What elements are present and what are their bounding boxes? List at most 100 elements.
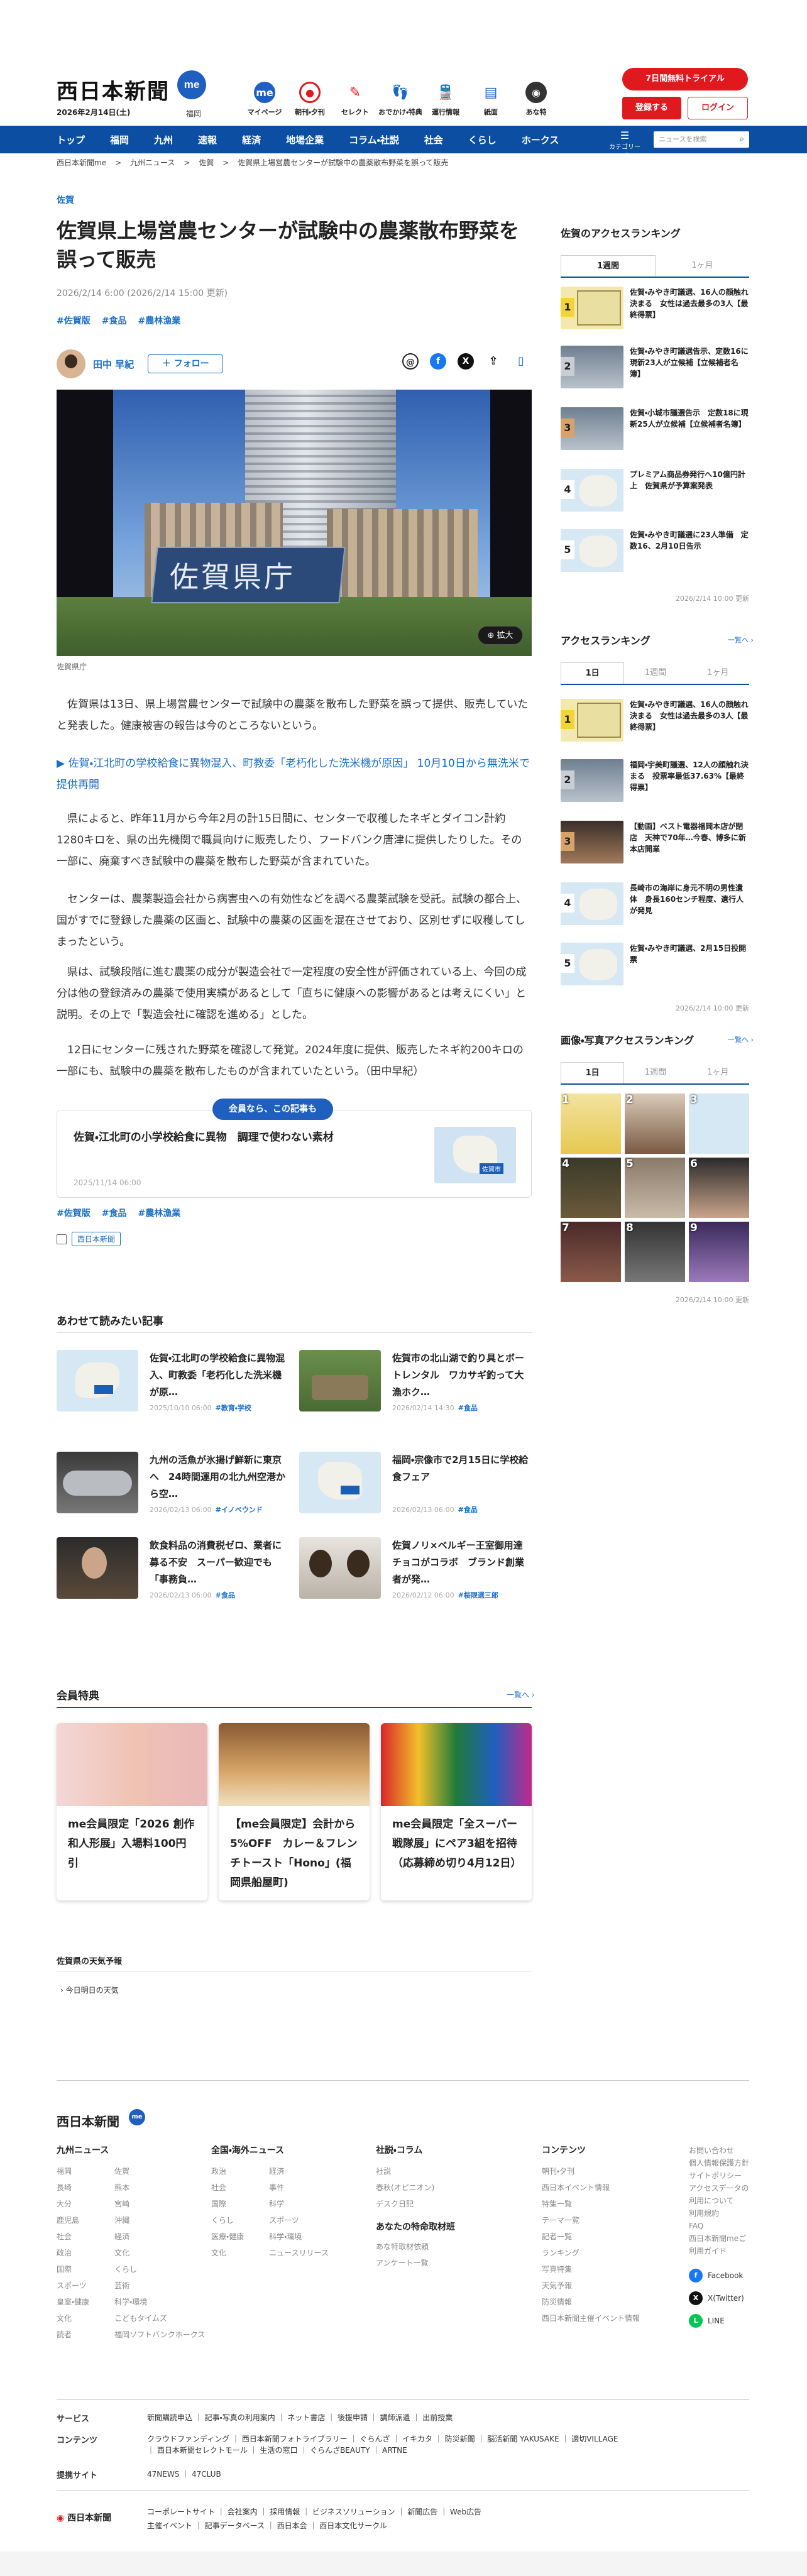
footer-link[interactable]: 防災情報 bbox=[542, 2294, 655, 2310]
footer-link[interactable]: 利用規約 bbox=[689, 2207, 752, 2220]
tag-link[interactable]: #食品 bbox=[102, 1209, 127, 1219]
footer-link[interactable]: 国際 bbox=[211, 2196, 244, 2212]
search-input[interactable]: ニュースを検索 ⌕ bbox=[654, 131, 749, 148]
footer-link[interactable]: 社会 bbox=[211, 2179, 244, 2196]
threads-icon[interactable]: @ bbox=[402, 353, 419, 370]
perk-card[interactable]: me会員限定「2026 創作和人形展」入場料100円引 bbox=[57, 1723, 207, 1900]
footer-link[interactable]: 西日本イベント情報 bbox=[542, 2179, 655, 2196]
footer-link[interactable]: 科学・環境 bbox=[269, 2228, 329, 2245]
read-more-item[interactable]: 飲食料品の消費税ゼロ、業者に募る不安 スーパー歓迎でも「事務負… 2026/02… bbox=[57, 1537, 289, 1613]
nav-item-kyushu[interactable]: 九州 bbox=[154, 133, 173, 146]
photo-thumb[interactable]: 2 bbox=[625, 1093, 685, 1154]
footer-link[interactable]: 春秋(オピニオン) bbox=[376, 2179, 514, 2196]
ranking-item[interactable]: 2 福岡・宇美町議選、12人の顔触れ決まる 投票率最低37.63%【最終得票】 bbox=[561, 759, 749, 802]
footer-link[interactable]: 皇室・健康 bbox=[57, 2294, 89, 2310]
footer-link[interactable]: 医療・健康 bbox=[211, 2228, 244, 2245]
footer-me-badge[interactable]: me bbox=[129, 2109, 145, 2125]
facebook-link[interactable]: f Facebook bbox=[689, 2269, 752, 2283]
transit-shortcut[interactable]: 🚆 運行情報 bbox=[423, 82, 468, 117]
footer-link[interactable]: 政治 bbox=[57, 2245, 89, 2261]
footer-link[interactable]: アンケート一覧 bbox=[376, 2255, 514, 2271]
perks-more-link[interactable]: 一覧へ › bbox=[507, 1689, 535, 1700]
tab-week[interactable]: 1週間 bbox=[561, 255, 656, 277]
source-label[interactable]: 西日本新聞 bbox=[72, 1232, 121, 1246]
footer-link[interactable]: FAQ bbox=[689, 2220, 752, 2232]
footer-link[interactable]: 社会 bbox=[57, 2228, 89, 2245]
footer-link[interactable]: サイトポリシー bbox=[689, 2169, 752, 2182]
me-badge[interactable]: me bbox=[177, 70, 206, 99]
nav-item-breaking[interactable]: 速報 bbox=[198, 133, 217, 146]
footer-link[interactable]: 政治 bbox=[211, 2163, 244, 2179]
tab-week[interactable]: 1週間 bbox=[624, 662, 686, 684]
breadcrumb-item[interactable]: 佐賀 bbox=[199, 158, 214, 167]
footer-link[interactable]: 西日本新聞主催イベント情報 bbox=[542, 2310, 655, 2327]
footer-link[interactable]: 読者 bbox=[57, 2327, 89, 2343]
footer-link[interactable]: 個人情報保護方針 bbox=[689, 2157, 752, 2169]
footer-link[interactable]: 福岡 bbox=[57, 2163, 89, 2179]
photo-thumb[interactable]: 8 bbox=[625, 1222, 685, 1282]
tag-link[interactable]: #食品 bbox=[102, 316, 127, 326]
tab-month[interactable]: 1ヶ月 bbox=[687, 662, 749, 684]
footer-link[interactable]: テーマ一覧 bbox=[542, 2212, 655, 2228]
nav-item-column[interactable]: コラム・社説 bbox=[349, 133, 399, 146]
read-more-item[interactable]: 佐賀ノリ×ベルギー王室御用達チョコがコラボ ブランド創業者が発… 2026/02… bbox=[299, 1537, 532, 1613]
outing-shortcut[interactable]: 👣 おでかけ・特典 bbox=[378, 82, 423, 117]
x-link[interactable]: X X(Twitter) bbox=[689, 2291, 752, 2305]
footer-link[interactable]: 宮崎 bbox=[114, 2196, 205, 2212]
ranking-item[interactable]: 5 佐賀・みやき町議選、2月15日投開票 bbox=[561, 943, 749, 985]
nav-item-fukuoka[interactable]: 福岡 bbox=[110, 133, 129, 146]
photo-thumb[interactable]: 5 bbox=[625, 1158, 685, 1218]
footer-link[interactable]: ニュースリリース bbox=[269, 2245, 329, 2261]
author-name[interactable]: 田中 早紀 bbox=[93, 358, 134, 371]
category-menu-button[interactable]: ☰ カテゴリー一覧 bbox=[608, 129, 641, 160]
article-category[interactable]: 佐賀 bbox=[57, 194, 74, 206]
ranking-item[interactable]: 1 佐賀・みやき町議選、16人の顔触れ決まる 女性は過去最多の3人【最終得票】 bbox=[561, 287, 749, 329]
footer-link[interactable]: 記者一覧 bbox=[542, 2228, 655, 2245]
read-more-item[interactable]: 福岡・宗像市で2月15日に学校給食フェア 2026/02/13 06:00 #食品 bbox=[299, 1452, 532, 1527]
newspaper-shortcut[interactable]: ▤ 紙面 bbox=[468, 82, 513, 117]
bookmark-icon[interactable]: ▯ bbox=[513, 353, 529, 370]
footer-link[interactable]: デスク日記 bbox=[376, 2196, 514, 2212]
photo-thumb[interactable]: 7 bbox=[561, 1222, 621, 1282]
footer-link[interactable]: 芸術 bbox=[114, 2277, 205, 2294]
nav-item-top[interactable]: トップ bbox=[57, 133, 85, 146]
article-photo[interactable]: 佐賀県庁 bbox=[57, 390, 532, 656]
photo-thumb[interactable]: 3 bbox=[689, 1093, 749, 1154]
footer-link[interactable]: スポーツ bbox=[269, 2212, 329, 2228]
tag-link[interactable]: #農林漁業 bbox=[138, 1209, 180, 1219]
tag-link[interactable]: #佐賀版 bbox=[57, 1209, 91, 1219]
ranking-item[interactable]: 1 佐賀・みやき町議選、16人の顔触れ決まる 女性は過去最多の3人【最終得票】 bbox=[561, 699, 749, 742]
breadcrumb-item[interactable]: 西日本新聞me bbox=[57, 158, 106, 167]
access-more-link[interactable]: 一覧へ › bbox=[728, 635, 754, 645]
site-logo[interactable]: 西日本新聞 bbox=[57, 74, 170, 105]
breadcrumb-item[interactable]: 九州ニュース bbox=[130, 158, 175, 167]
nav-item-local-business[interactable]: 地場企業 bbox=[286, 133, 324, 146]
weather-toggle[interactable]: › 今日明日の天気 bbox=[60, 1985, 119, 1995]
facebook-icon[interactable]: f bbox=[430, 353, 446, 370]
inline-related-link[interactable]: ▶ 佐賀・江北町の学校給食に異物混入、町教委「老朽化した洗米機が原因」 10月1… bbox=[57, 753, 532, 796]
footer-link[interactable]: 鹿児島 bbox=[57, 2212, 89, 2228]
corporate-links[interactable]: コーポレートサイト ｜ 会社案内 ｜ 採用情報 ｜ ビジネスソリューション ｜ … bbox=[147, 2505, 625, 2533]
footer-link[interactable]: 西日本新聞meご利用ガイド bbox=[689, 2232, 752, 2257]
footer-link[interactable]: 科学 bbox=[269, 2196, 329, 2212]
photo-thumb[interactable]: 4 bbox=[561, 1158, 621, 1218]
footer-link[interactable]: 写真特集 bbox=[542, 2261, 655, 2277]
footer-link[interactable]: あな特取材依頼 bbox=[376, 2239, 514, 2255]
footer-link[interactable]: 国際 bbox=[57, 2261, 89, 2277]
footer-link[interactable]: 事件 bbox=[269, 2179, 329, 2196]
read-more-item[interactable]: 九州の活魚が氷揚げ鮮新に東京へ 24時間運用の北九州空港から空… 2026/02… bbox=[57, 1452, 289, 1527]
perk-card[interactable]: me会員限定「全スーパー戦隊展」にペア3組を招待（応募締め切り4月12日） bbox=[381, 1723, 532, 1900]
photo-thumb[interactable]: 6 bbox=[689, 1158, 749, 1218]
login-button[interactable]: ログイン bbox=[688, 97, 748, 119]
region-label[interactable]: 福岡 bbox=[186, 108, 201, 119]
x-icon[interactable]: X bbox=[458, 353, 474, 370]
footer-link[interactable]: 熊本 bbox=[114, 2179, 205, 2196]
register-button[interactable]: 登録する bbox=[622, 97, 681, 119]
tag-link[interactable]: #佐賀版 bbox=[57, 316, 91, 326]
footer-link[interactable]: 朝刊・夕刊 bbox=[542, 2163, 655, 2179]
footer-link[interactable]: スポーツ bbox=[57, 2277, 89, 2294]
line-link[interactable]: L LINE bbox=[689, 2314, 752, 2328]
select-shortcut[interactable]: ✎ セレクト bbox=[332, 82, 378, 117]
footer-link[interactable]: ランキング bbox=[542, 2245, 655, 2261]
anatoku-shortcut[interactable]: ◉ あな特 bbox=[513, 82, 559, 117]
